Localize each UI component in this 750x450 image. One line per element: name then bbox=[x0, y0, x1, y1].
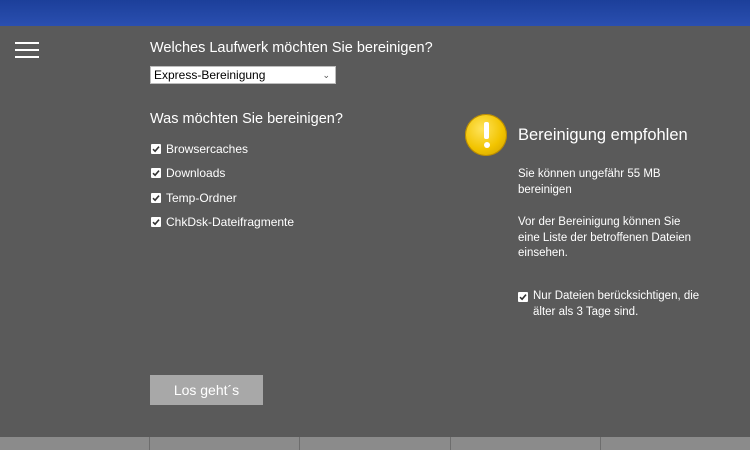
bottom-tab-bar bbox=[0, 437, 750, 450]
bottom-tab-5[interactable] bbox=[601, 437, 750, 450]
bottom-tab-2[interactable] bbox=[150, 437, 301, 450]
chevron-down-icon: ⌄ bbox=[322, 70, 330, 80]
bottom-tab-1[interactable] bbox=[0, 437, 151, 450]
checkbox-downloads[interactable]: Downloads bbox=[151, 165, 225, 181]
checkbox-temp-folder[interactable]: Temp-Ordner bbox=[151, 190, 237, 206]
drive-heading: Welches Laufwerk möchten Sie bereinigen? bbox=[150, 40, 433, 56]
title-bar bbox=[0, 0, 750, 26]
checkbox-checked-icon[interactable] bbox=[151, 144, 161, 154]
drive-select[interactable]: Express-Bereinigung ⌄ bbox=[150, 66, 336, 84]
checkbox-label: Temp-Ordner bbox=[166, 191, 237, 205]
warning-icon bbox=[465, 114, 507, 156]
recommendation-title: Bereinigung empfohlen bbox=[518, 126, 688, 144]
checkbox-label: Browsercaches bbox=[166, 142, 249, 156]
clean-heading: Was möchten Sie bereinigen? bbox=[150, 111, 343, 127]
start-cleanup-button[interactable]: Los geht´s bbox=[150, 375, 263, 405]
checkbox-checked-icon[interactable] bbox=[151, 168, 161, 178]
older-files-label: Nur Dateien berücksichtigen, die älter a… bbox=[533, 290, 700, 318]
checkbox-label: Downloads bbox=[166, 166, 226, 180]
drive-select-value: Express-Bereinigung bbox=[154, 68, 266, 82]
bottom-tab-4[interactable] bbox=[451, 437, 601, 450]
checkbox-chkdsk-fragments[interactable]: ChkDsk-Dateifragmente bbox=[151, 214, 294, 230]
checkbox-checked-icon[interactable] bbox=[518, 292, 528, 302]
checkbox-label: ChkDsk-Dateifragmente bbox=[166, 215, 295, 229]
older-files-checkbox[interactable]: Nur Dateien berücksichtigen, die älter a… bbox=[518, 289, 718, 320]
hamburger-menu-icon[interactable] bbox=[15, 42, 39, 60]
checkbox-checked-icon[interactable] bbox=[151, 217, 161, 227]
checkbox-checked-icon[interactable] bbox=[151, 193, 161, 203]
cleanup-size-text: Sie können ungefähr 55 MB bereinigen bbox=[518, 168, 661, 196]
bottom-tab-3[interactable] bbox=[300, 437, 451, 450]
preview-info-text: Vor der Bereinigung können Sie eine List… bbox=[518, 216, 692, 259]
checkbox-browsercaches[interactable]: Browsercaches bbox=[151, 141, 248, 157]
